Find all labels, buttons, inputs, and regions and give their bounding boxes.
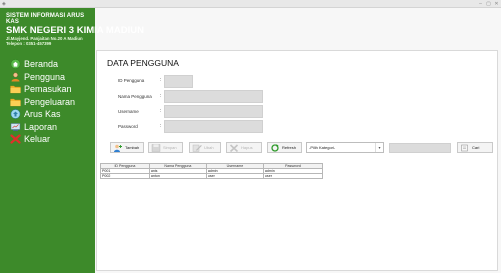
home-icon — [10, 59, 21, 70]
app-window: ◈ – ▢ ✕ SISTEM INFORMASI ARUS KAS SMK NE… — [0, 0, 501, 273]
save-icon — [151, 143, 161, 152]
refresh-label: Refresh — [282, 145, 297, 150]
id-pengguna-label: ID Pengguna — [118, 78, 145, 83]
close-button[interactable]: ✕ — [493, 1, 500, 7]
sidebar-item-pengeluaran[interactable]: Pengeluaran — [0, 96, 95, 109]
form-colon: : — [160, 108, 162, 114]
kategori-select[interactable]: -Pilih Kategori- ▾ — [306, 142, 384, 153]
sidebar-item-label: Laporan — [24, 121, 58, 132]
school-phone: Telepon : 0351-457399 — [6, 41, 52, 46]
sidebar-item-laporan[interactable]: Laporan — [0, 121, 95, 134]
nama-pengguna-field[interactable] — [164, 90, 263, 103]
folder-icon — [10, 86, 21, 94]
exit-icon — [10, 134, 21, 144]
kategori-selected-value: -Pilih Kategori- — [309, 145, 336, 150]
minimize-button[interactable]: – — [477, 1, 484, 7]
table-cell: P002 — [100, 173, 150, 179]
chevron-down-icon: ▾ — [375, 143, 383, 152]
sidebar-item-label: Beranda — [24, 59, 59, 70]
search-input[interactable] — [389, 143, 451, 153]
table-cell: user — [262, 173, 324, 179]
delete-icon — [229, 143, 239, 152]
sidebar-menu: Beranda Pengguna Pemasukan Pengeluaran A… — [0, 58, 95, 146]
user-icon — [11, 72, 20, 82]
edit-icon — [192, 144, 202, 152]
sidebar-item-keluar[interactable]: Keluar — [0, 133, 95, 146]
sidebar-item-label: Keluar — [24, 134, 51, 145]
sidebar-item-beranda[interactable]: Beranda — [0, 58, 95, 71]
hapus-label: Hapus — [241, 145, 253, 150]
simpan-label: Simpan — [163, 145, 177, 150]
maximize-button[interactable]: ▢ — [485, 1, 492, 7]
form-colon: : — [160, 77, 162, 83]
username-label: Username — [118, 109, 139, 114]
ubah-label: Ubah — [204, 145, 214, 150]
form-colon: : — [160, 123, 162, 129]
sidebar-item-pemasukan[interactable]: Pemasukan — [0, 83, 95, 96]
school-name: SMK NEGERI 3 KIMIA MADIUN — [6, 25, 144, 36]
sidebar: SISTEM INFORMASI ARUS KAS SMK NEGERI 3 K… — [0, 8, 144, 273]
sidebar-item-arus-kas[interactable]: Arus Kas — [0, 108, 95, 121]
app-icon: ◈ — [2, 1, 6, 7]
title-bar: ◈ – ▢ ✕ — [0, 0, 501, 8]
report-icon — [10, 123, 21, 131]
users-table: ID Pengguna Nama Pengguna Username Passw… — [100, 163, 324, 179]
cashflow-icon — [10, 109, 21, 119]
refresh-icon — [271, 143, 279, 152]
hapus-button[interactable]: Hapus — [226, 142, 262, 153]
id-pengguna-field[interactable] — [164, 75, 193, 88]
sidebar-item-label: Pengeluaran — [24, 96, 76, 107]
sidebar-item-label: Pemasukan — [24, 84, 72, 95]
cari-label: Cari — [472, 145, 480, 150]
form-colon: : — [160, 93, 162, 99]
table-row[interactable]: P002 anton user user — [100, 173, 324, 179]
ubah-button[interactable]: Ubah — [189, 142, 221, 153]
tambah-button[interactable]: Tambah — [110, 142, 144, 153]
nama-pengguna-label: Nama Pengguna — [118, 94, 152, 99]
cari-button[interactable]: Cari — [457, 142, 493, 153]
refresh-button[interactable]: Refresh — [267, 142, 302, 153]
main-panel: DATA PENGGUNA ID Pengguna : Nama Penggun… — [96, 50, 498, 271]
tambah-label: Tambah — [125, 145, 140, 150]
table-cell: user — [205, 173, 264, 179]
table-cell: anton — [148, 173, 207, 179]
sidebar-item-label: Pengguna — [24, 71, 66, 82]
username-field[interactable] — [164, 105, 263, 118]
page-title: DATA PENGGUNA — [107, 58, 179, 68]
add-user-icon — [114, 144, 122, 152]
sidebar-item-label: Arus Kas — [24, 109, 61, 120]
sidebar-header: SISTEM INFORMASI ARUS KAS SMK NEGERI 3 K… — [0, 8, 144, 58]
search-icon — [461, 144, 468, 151]
app-system-name: SISTEM INFORMASI ARUS KAS — [6, 13, 85, 25]
password-field[interactable] — [164, 120, 263, 133]
sidebar-item-pengguna[interactable]: Pengguna — [0, 71, 95, 84]
password-label: Password — [118, 124, 138, 129]
folder-icon — [10, 98, 21, 106]
simpan-button[interactable]: Simpan — [148, 142, 183, 153]
